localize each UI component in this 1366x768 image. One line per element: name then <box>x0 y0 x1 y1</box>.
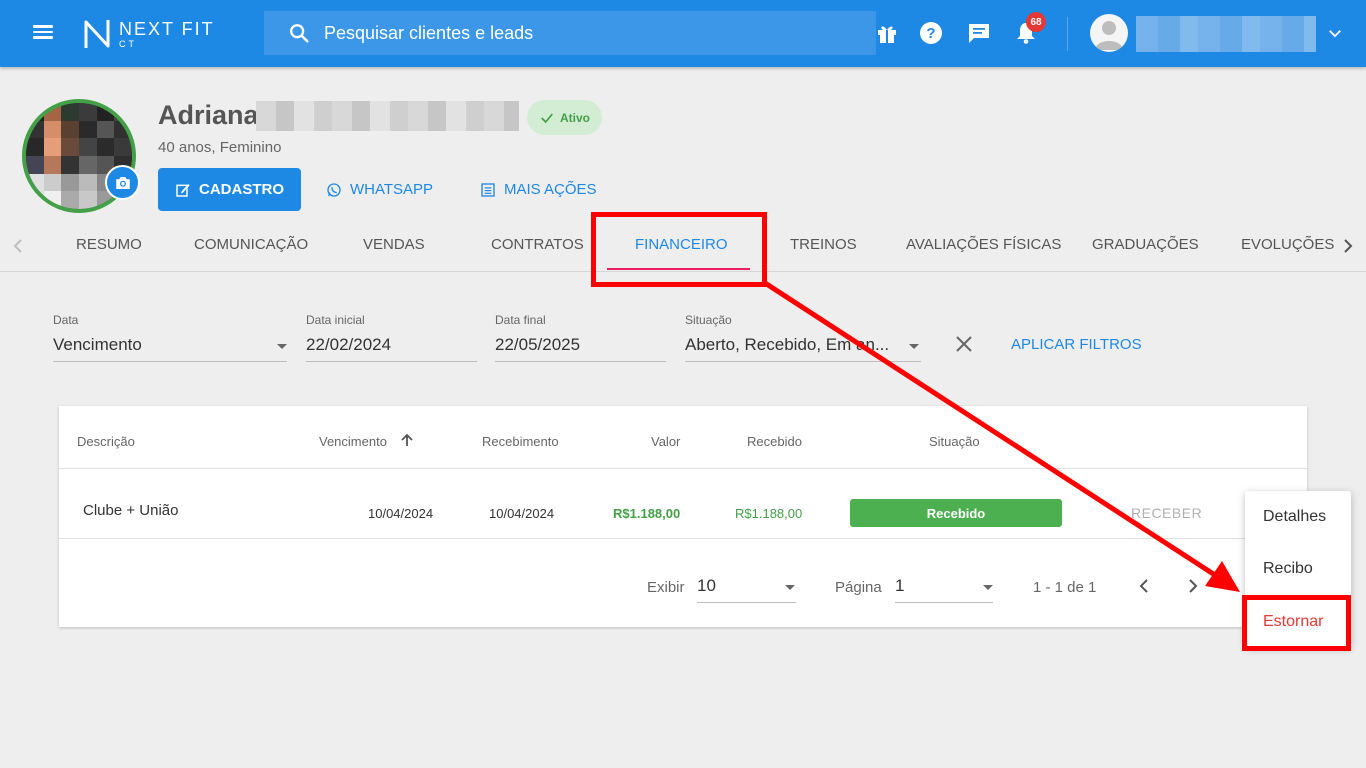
dropdown-caret-icon <box>277 344 287 349</box>
check-icon <box>541 112 553 123</box>
status-label: Ativo <box>560 110 590 125</box>
whatsapp-label: WHATSAPP <box>350 181 434 198</box>
status-badge: Ativo <box>527 100 602 135</box>
client-name: Adriana <box>158 100 259 130</box>
notifications-badge: 68 <box>1026 12 1046 32</box>
tab-graduacoes[interactable]: GRADUAÇÕES <box>1092 236 1199 253</box>
row-divider <box>59 538 1307 539</box>
previous-page-chevron-icon[interactable] <box>1136 577 1154 600</box>
menu-item-recibo[interactable]: Recibo <box>1263 560 1313 578</box>
menu-item-estornar[interactable]: Estornar <box>1263 613 1323 631</box>
edit-icon <box>176 183 190 197</box>
pagination-range: 1 - 1 de 1 <box>1033 579 1097 596</box>
user-name-redacted <box>1136 16 1316 52</box>
filter-inicial-label: Data inicial <box>306 313 365 327</box>
row-descricao: Clube + União <box>83 502 179 519</box>
camera-icon[interactable] <box>105 165 140 200</box>
row-actions-menu: Detalhes Recibo Estornar <box>1245 491 1351 647</box>
filter-data-label: Data <box>53 313 79 327</box>
top-bar: NEXT FIT CT Pesquisar clientes e leads ?… <box>0 0 1366 67</box>
chat-icon[interactable] <box>966 20 992 46</box>
column-header-vencimento[interactable]: Vencimento <box>319 434 387 449</box>
mais-acoes-label: MAIS AÇÕES <box>504 181 597 198</box>
dropdown-caret-icon <box>909 344 919 349</box>
next-fit-logo-icon <box>84 20 110 48</box>
logo-title: NEXT FIT <box>119 18 215 39</box>
page-size-select[interactable]: 10 <box>697 576 796 603</box>
filter-data-final-input[interactable]: 22/05/2025 <box>495 335 666 362</box>
column-header-descricao[interactable]: Descrição <box>77 434 135 449</box>
sort-ascending-arrow-icon[interactable] <box>399 432 415 453</box>
filter-data-inicial-input[interactable]: 22/02/2024 <box>306 335 477 362</box>
search-icon <box>290 24 309 43</box>
gift-icon[interactable] <box>874 20 900 46</box>
client-age-gender: 40 anos, Feminino <box>158 139 282 156</box>
tab-bar: RESUMO COMUNICAÇÃO VENDAS CONTRATOS FINA… <box>0 222 1366 272</box>
tab-treinos[interactable]: TREINOS <box>790 236 857 253</box>
whatsapp-icon <box>327 182 341 197</box>
page-number-select[interactable]: 1 <box>895 576 993 603</box>
row-recebido: R$1.188,00 <box>735 506 803 521</box>
hamburger-menu-icon[interactable] <box>30 22 58 46</box>
list-icon <box>481 182 495 197</box>
column-header-valor[interactable]: Valor <box>651 434 680 449</box>
tab-evolucoes[interactable]: EVOLUÇÕES <box>1241 236 1334 253</box>
status-badge: Recebido <box>850 499 1062 527</box>
cadastro-label: CADASTRO <box>199 181 284 198</box>
search-input[interactable]: Pesquisar clientes e leads <box>264 11 876 55</box>
logo-subtitle: CT <box>119 38 137 49</box>
menu-item-detalhes[interactable]: Detalhes <box>1263 508 1326 526</box>
header-divider <box>59 468 1307 469</box>
column-header-situacao[interactable]: Situação <box>929 434 980 449</box>
tab-financeiro[interactable]: FINANCEIRO <box>635 236 728 253</box>
cadastro-button[interactable]: CADASTRO <box>158 168 301 211</box>
tab-resumo[interactable]: RESUMO <box>76 236 142 253</box>
mais-acoes-button[interactable]: MAIS AÇÕES <box>480 168 597 211</box>
dropdown-caret-icon <box>983 585 993 590</box>
dropdown-caret-icon <box>785 585 795 590</box>
clear-filters-close-icon[interactable] <box>954 334 974 359</box>
active-tab-indicator <box>607 268 750 270</box>
svg-text:?: ? <box>926 25 935 42</box>
next-page-chevron-icon[interactable] <box>1184 577 1202 600</box>
user-avatar[interactable] <box>1090 14 1128 52</box>
filter-situacao-label: Situação <box>685 313 732 327</box>
help-icon[interactable]: ? <box>918 20 944 46</box>
row-recebimento: 10/04/2024 <box>489 506 555 521</box>
tab-contratos[interactable]: CONTRATOS <box>491 236 584 253</box>
filter-final-label: Data final <box>495 313 546 327</box>
receber-button[interactable]: RECEBER <box>1131 505 1202 521</box>
column-header-recebimento[interactable]: Recebimento <box>482 434 559 449</box>
row-valor: R$1.188,00 <box>613 506 681 521</box>
divider <box>1067 17 1068 51</box>
pagina-label: Página <box>835 579 882 596</box>
column-header-recebido[interactable]: Recebido <box>747 434 802 449</box>
chevron-left-icon[interactable] <box>10 236 26 261</box>
app-logo[interactable]: NEXT FIT CT <box>83 17 215 51</box>
whatsapp-button[interactable]: WHATSAPP <box>326 168 433 211</box>
chevron-down-icon[interactable] <box>1326 24 1344 47</box>
chevron-right-icon[interactable] <box>1340 236 1356 261</box>
tab-avaliacoes-fisicas[interactable]: AVALIAÇÕES FÍSICAS <box>906 236 1061 253</box>
tab-comunicacao[interactable]: COMUNICAÇÃO <box>194 236 308 253</box>
filter-situacao-select[interactable]: Aberto, Recebido, Em an... <box>685 335 921 362</box>
search-placeholder: Pesquisar clientes e leads <box>324 22 534 43</box>
apply-filters-button[interactable]: APLICAR FILTROS <box>1011 336 1142 353</box>
filter-data-select[interactable]: Vencimento <box>53 335 287 362</box>
exibir-label: Exibir <box>647 579 685 596</box>
client-surname-redacted <box>256 101 519 131</box>
tab-vendas[interactable]: VENDAS <box>363 236 425 253</box>
row-vencimento: 10/04/2024 <box>368 506 434 521</box>
